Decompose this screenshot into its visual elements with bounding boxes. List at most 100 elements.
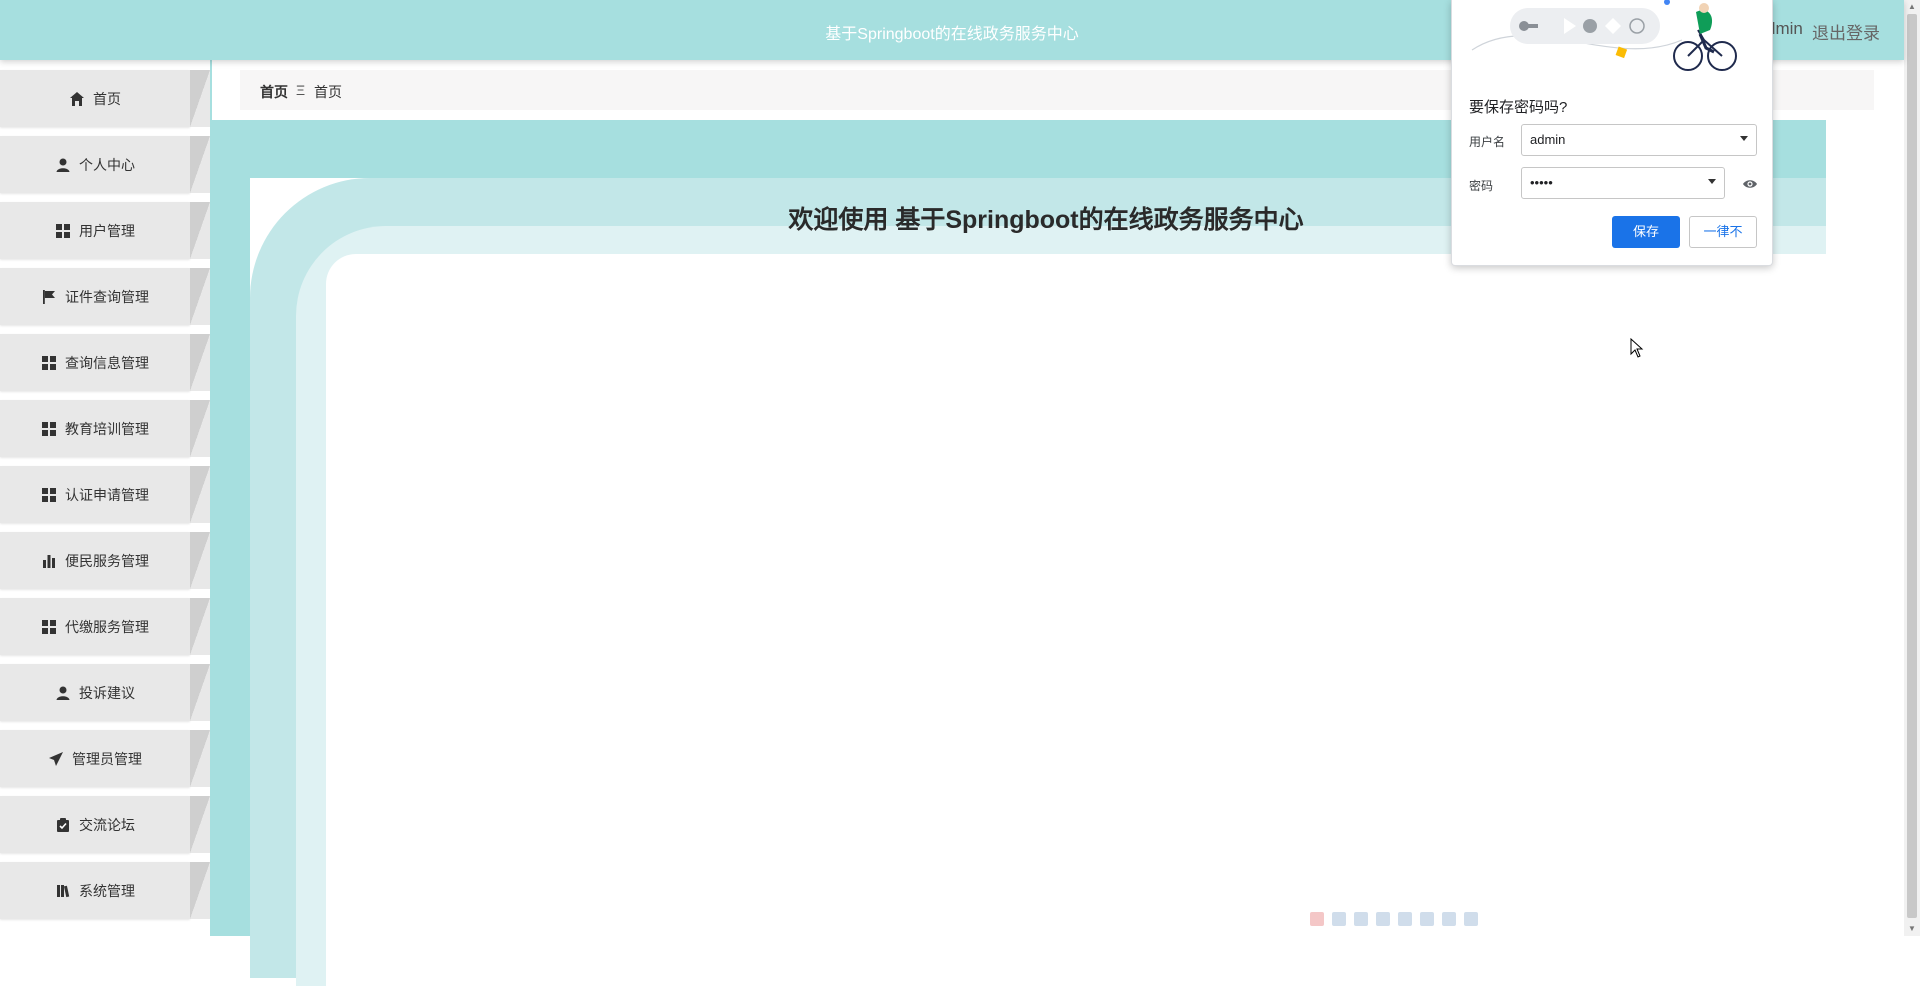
sidebar-item-content: 投诉建议 [0, 664, 190, 721]
ime-tool-icon [1398, 912, 1412, 926]
sidebar-item-label: 首页 [93, 90, 121, 107]
sidebar-item-fold [190, 664, 210, 721]
sidebar-item-label: 认证申请管理 [65, 486, 149, 503]
sidebar-item-label: 用户管理 [79, 222, 135, 239]
sidebar-item-content: 查询信息管理 [0, 334, 190, 391]
sidebar-item-content: 系统管理 [0, 862, 190, 919]
username-select[interactable]: admin [1521, 124, 1757, 156]
grid-icon [41, 487, 57, 503]
breadcrumb-current: 首页 [314, 84, 342, 100]
sidebar-item[interactable]: 个人中心 [0, 136, 210, 193]
sidebar-item[interactable]: 投诉建议 [0, 664, 210, 721]
sidebar-item-fold [190, 136, 210, 193]
username-dropdown-icon [1740, 136, 1748, 141]
sidebar-item[interactable]: 用户管理 [0, 202, 210, 259]
breadcrumb-separator: Ξ [296, 82, 306, 98]
sidebar-item[interactable]: 首页 [0, 70, 210, 127]
sidebar-item-fold [190, 70, 210, 127]
sidebar-item-label: 交流论坛 [79, 816, 135, 833]
sidebar-item-content: 交流论坛 [0, 796, 190, 853]
ime-toolbar [1310, 912, 1510, 932]
show-password-eye-icon[interactable] [1742, 177, 1758, 191]
save-password-popup: 要保存密码吗? 用户名 admin 密码 ••••• 保存 一律不 [1451, 0, 1773, 266]
sidebar-item-fold [190, 598, 210, 655]
sidebar-item[interactable]: 便民服务管理 [0, 532, 210, 589]
password-value: ••••• [1530, 175, 1553, 190]
bar-chart-icon [41, 553, 57, 569]
sidebar-item-content: 个人中心 [0, 136, 190, 193]
sidebar-item-label: 证件查询管理 [65, 288, 149, 305]
sidebar-item-content: 管理员管理 [0, 730, 190, 787]
sidebar-item-label: 查询信息管理 [65, 354, 149, 371]
sidebar-item[interactable]: 查询信息管理 [0, 334, 210, 391]
sidebar-item[interactable]: 代缴服务管理 [0, 598, 210, 655]
ime-tool-icon [1354, 912, 1368, 926]
username-value: admin [1530, 132, 1566, 147]
username-label: 用户名 [1469, 135, 1506, 149]
sidebar-item-content: 代缴服务管理 [0, 598, 190, 655]
mouse-cursor-icon [1630, 338, 1644, 358]
sidebar-item-fold [190, 796, 210, 853]
sidebar: 首页个人中心用户管理证件查询管理 查询信息管理 教育培训管理 认证申请管理 便民服务管理… [0, 60, 210, 936]
sidebar-item-label: 个人中心 [79, 156, 135, 173]
breadcrumb-home[interactable]: 首页 [260, 82, 288, 102]
scroll-up-arrow-icon[interactable]: ▲ [1904, 0, 1920, 14]
logout-link[interactable]: 退出登录 [1812, 19, 1880, 44]
never-save-button[interactable]: 一律不 [1689, 216, 1757, 248]
ime-logo-icon [1310, 912, 1324, 926]
sidebar-item-content: 教育培训管理 [0, 400, 190, 457]
grid-icon [41, 355, 57, 371]
sidebar-item-fold [190, 466, 210, 523]
sidebar-item-fold [190, 334, 210, 391]
sidebar-item-label: 代缴服务管理 [65, 618, 149, 635]
main-panel-left-band [212, 120, 250, 936]
ime-tool-icon [1332, 912, 1346, 926]
sidebar-item-content: 用户管理 [0, 202, 190, 259]
grid-icon [41, 421, 57, 437]
sidebar-item[interactable]: 认证申请管理 [0, 466, 210, 523]
sidebar-item-fold [190, 862, 210, 919]
paper-plane-icon [48, 751, 64, 767]
sidebar-item-fold [190, 730, 210, 787]
sidebar-item-content: 便民服务管理 [0, 532, 190, 589]
sidebar-item-label: 系统管理 [79, 882, 135, 899]
sidebar-item[interactable]: 教育培训管理 [0, 400, 210, 457]
password-label: 密码 [1469, 179, 1494, 193]
grid-icon [41, 619, 57, 635]
sidebar-item-label: 管理员管理 [72, 750, 142, 767]
ime-settings-icon [1464, 912, 1478, 926]
password-illustration-icon [1471, 0, 1737, 71]
ime-tool-icon [1420, 912, 1434, 926]
sidebar-item-label: 便民服务管理 [65, 552, 149, 569]
sidebar-item-content: 首页 [0, 70, 190, 127]
sidebar-item[interactable]: 证件查询管理 [0, 268, 210, 325]
book-icon [55, 883, 71, 899]
save-password-button[interactable]: 保存 [1612, 216, 1680, 248]
password-dropdown-icon [1708, 179, 1716, 184]
sidebar-item-label: 投诉建议 [79, 684, 135, 701]
user-icon [55, 685, 71, 701]
sidebar-item-fold [190, 400, 210, 457]
clipboard-icon [55, 817, 71, 833]
sidebar-item[interactable]: 管理员管理 [0, 730, 210, 787]
sidebar-item-fold [190, 202, 210, 259]
grid-icon [55, 223, 71, 239]
ime-tool-icon [1442, 912, 1456, 926]
password-select[interactable]: ••••• [1521, 167, 1725, 199]
scroll-down-arrow-icon[interactable]: ▼ [1904, 922, 1920, 936]
sidebar-item[interactable]: 系统管理 [0, 862, 210, 919]
sidebar-item-fold [190, 532, 210, 589]
home-icon [69, 91, 85, 107]
main-panel-right-gap [1826, 120, 1904, 260]
ime-tool-icon [1376, 912, 1390, 926]
sidebar-item-label: 教育培训管理 [65, 420, 149, 437]
sidebar-item-content: 证件查询管理 [0, 268, 190, 325]
main-panel-content [326, 254, 1906, 994]
scrollbar-thumb[interactable] [1907, 14, 1917, 918]
sidebar-item-fold [190, 268, 210, 325]
sidebar-item[interactable]: 交流论坛 [0, 796, 210, 853]
flag-icon [41, 289, 57, 305]
popup-title: 要保存密码吗? [1469, 99, 1568, 116]
sidebar-item-content: 认证申请管理 [0, 466, 190, 523]
user-icon [55, 157, 71, 173]
